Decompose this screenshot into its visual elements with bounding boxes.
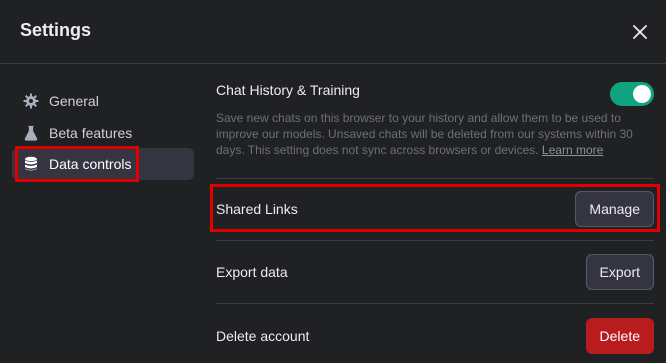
chat-history-toggle[interactable] [610,82,654,106]
chat-history-setting: Chat History & Training Save new chats o… [216,82,654,157]
divider [216,178,654,179]
dialog-header: Settings [0,0,666,64]
export-data-label: Export data [216,264,288,280]
close-button[interactable] [628,20,652,44]
shared-links-label: Shared Links [216,201,298,217]
divider [216,303,654,304]
settings-dialog: Settings General Beta features Data cont… [0,0,666,363]
toggle-knob [633,85,651,103]
sidebar-item-label: Data controls [49,156,132,172]
divider [216,240,654,241]
sidebar-item-general[interactable]: General [12,85,194,117]
sidebar-item-data-controls[interactable]: Data controls [12,148,194,180]
database-icon [22,155,40,173]
close-icon [633,25,647,39]
chat-history-description: Save new chats on this browser to your h… [216,110,646,158]
dialog-title: Settings [20,20,92,40]
chat-history-label: Chat History & Training [216,82,360,98]
sidebar-item-label: General [49,93,99,109]
sidebar-item-label: Beta features [49,125,133,141]
gear-icon [22,92,40,110]
manage-button[interactable]: Manage [575,191,654,227]
delete-account-label: Delete account [216,328,310,344]
shared-links-row: Shared Links Manage [216,185,654,233]
sidebar-item-beta-features[interactable]: Beta features [12,117,194,149]
learn-more-link[interactable]: Learn more [542,143,603,157]
export-button[interactable]: Export [585,254,654,290]
export-data-row: Export data Export [216,248,654,296]
flask-icon [22,124,40,142]
delete-button[interactable]: Delete [585,318,654,354]
delete-account-row: Delete account Delete [216,312,654,360]
